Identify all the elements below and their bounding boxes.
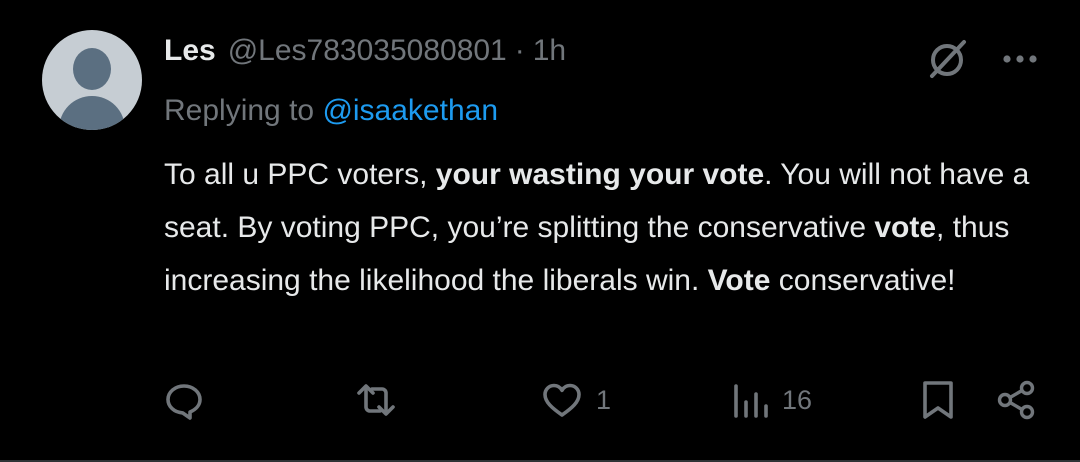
tweet-text: To all u PPC voters, your wasting your v… (164, 148, 1054, 307)
replying-mention[interactable]: @isaakethan (322, 94, 498, 127)
bookmark-button[interactable] (918, 376, 958, 424)
reply-button[interactable] (162, 376, 206, 424)
tweet-text-bold: your wasting your vote (435, 158, 765, 191)
avatar-body (59, 96, 125, 130)
author-name[interactable]: Les (164, 34, 216, 68)
header-actions (924, 38, 1040, 80)
tweet-header: Les @Les783035080801 · 1h (164, 34, 566, 78)
replying-to: Replying to @isaakethan (164, 94, 498, 128)
reply-icon (162, 378, 206, 422)
avatar-head (73, 48, 111, 90)
separator-dot: · (514, 34, 525, 67)
avatar[interactable] (42, 30, 142, 130)
bookmark-icon (918, 378, 958, 422)
timestamp[interactable]: 1h (533, 34, 566, 68)
share-icon (994, 378, 1038, 422)
heart-icon (540, 378, 584, 422)
retweet-icon (354, 378, 398, 422)
tweet-text-segment: To all u PPC voters, (164, 158, 436, 191)
tweet-text-bold: vote (874, 211, 937, 244)
grok-icon[interactable] (924, 38, 974, 80)
action-bar: 1 16 (0, 376, 1080, 424)
tweet-text-bold: Vote (707, 264, 771, 297)
like-count: 1 (596, 384, 612, 415)
tweet-text-segment: conservative! (770, 264, 956, 297)
more-icon[interactable] (1000, 38, 1040, 80)
share-button[interactable] (994, 376, 1038, 424)
tweet[interactable]: Les @Les783035080801 · 1h Replying to @i… (0, 0, 1080, 462)
like-button[interactable]: 1 (540, 376, 611, 424)
views-icon (732, 378, 770, 422)
retweet-button[interactable] (354, 376, 398, 424)
views-button[interactable]: 16 (732, 376, 812, 424)
replying-prefix: Replying to (164, 94, 323, 127)
views-count: 16 (782, 384, 813, 415)
author-handle[interactable]: @Les783035080801 (228, 34, 507, 68)
